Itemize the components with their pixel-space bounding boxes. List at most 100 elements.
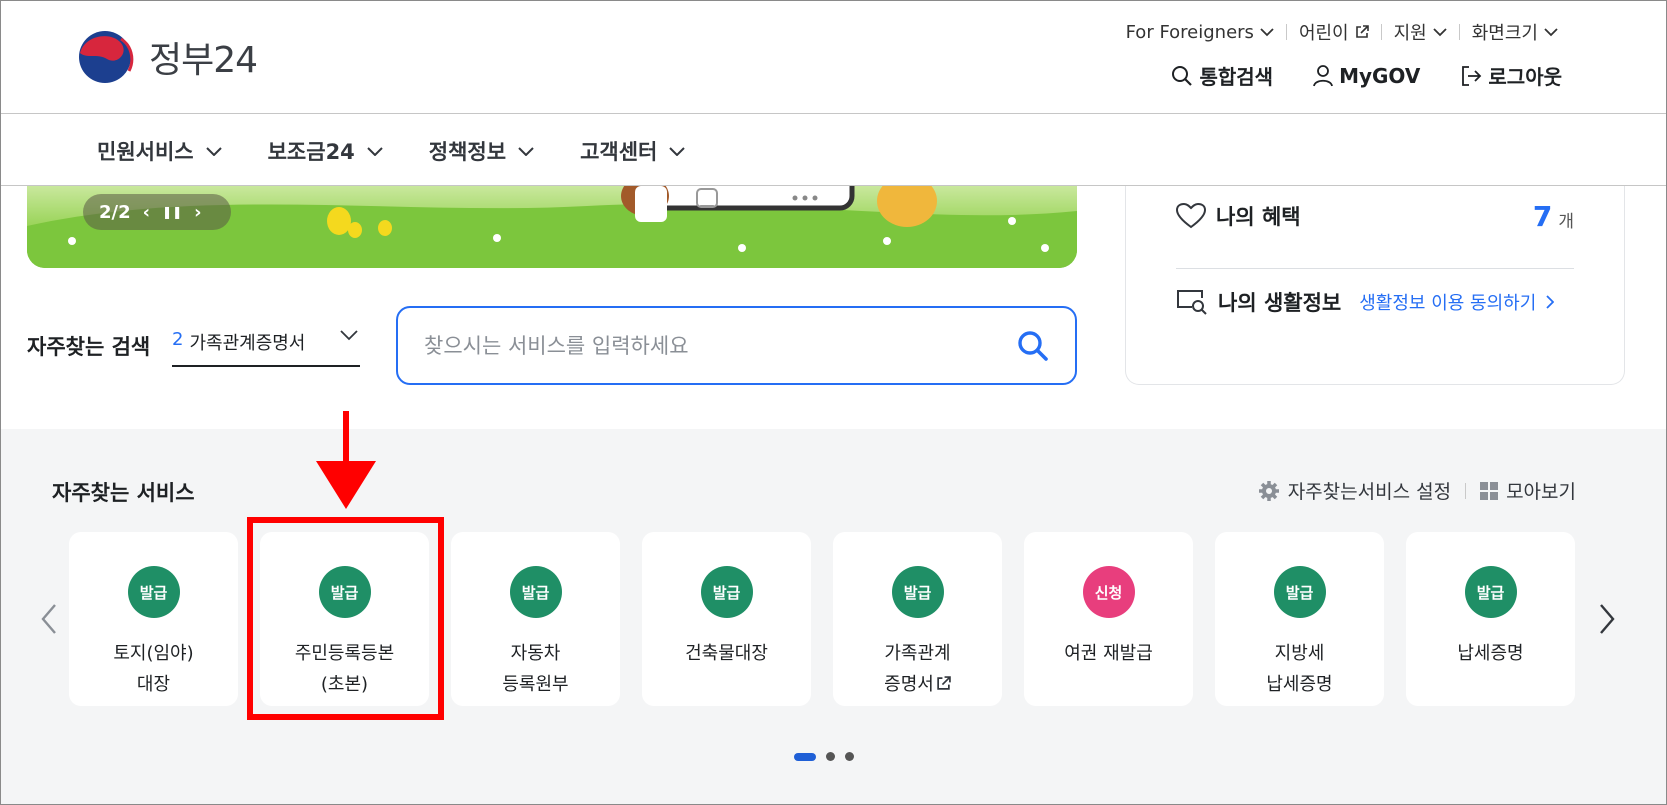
service-card-passport-reissue[interactable]: 신청 여권 재발급 xyxy=(1024,532,1193,706)
service-card-local-tax-certificate[interactable]: 발급 지방세 납세증명 xyxy=(1215,532,1384,706)
nav-item-label: 보조금24 xyxy=(267,140,355,164)
chevron-down-icon xyxy=(367,147,383,156)
view-all-label: 모아보기 xyxy=(1506,481,1576,503)
frequent-search-select[interactable]: 2 가족관계증명서 xyxy=(172,329,360,367)
service-card-label: 가족관계 증명서 xyxy=(884,638,951,700)
frequent-search-term: 가족관계증명서 xyxy=(189,333,306,354)
carousel-prev-icon[interactable] xyxy=(35,599,65,639)
screen-size-menu[interactable]: 화면크기 xyxy=(1460,19,1570,45)
main-banner[interactable]: 2/2 ‹ ❚❚ › xyxy=(27,186,1077,268)
service-card-resident-registration[interactable]: 발급 주민등록등본 (초본) xyxy=(260,532,429,706)
service-card-label: 주민등록등본 (초본) xyxy=(294,643,395,695)
divider xyxy=(1176,268,1574,269)
heart-icon xyxy=(1176,203,1206,229)
nav-item-customer-center[interactable]: 고객센터 xyxy=(580,136,686,166)
frequent-search-label: 자주찾는 검색 xyxy=(27,335,151,359)
pagination-dot[interactable] xyxy=(845,752,854,761)
service-card-label: 지방세 납세증명 xyxy=(1266,643,1333,695)
service-card-vehicle-register[interactable]: 발급 자동차 등록원부 xyxy=(451,532,620,706)
chevron-right-icon xyxy=(1546,295,1555,309)
search-box xyxy=(396,306,1077,385)
logout-link[interactable]: 로그아웃 xyxy=(1460,61,1562,90)
pagination-dot[interactable] xyxy=(826,752,835,761)
util-label: 지원 xyxy=(1393,23,1427,44)
pause-icon[interactable]: ❚❚ xyxy=(162,205,182,219)
pagination-dot-active[interactable] xyxy=(794,752,816,761)
chevron-down-icon xyxy=(1260,28,1274,37)
taegeuk-logo-icon xyxy=(79,31,134,83)
service-badge: 신청 xyxy=(1082,566,1135,618)
life-info-consent-link[interactable]: 생활정보 이용 동의하기 xyxy=(1359,289,1555,315)
service-card-tax-certificate[interactable]: 발급 납세증명 xyxy=(1406,532,1575,706)
search-icon[interactable] xyxy=(1017,330,1049,362)
logout-icon xyxy=(1462,65,1482,86)
chevron-down-icon xyxy=(1433,28,1447,37)
service-badge: 발급 xyxy=(509,566,562,618)
service-card-label: 납세증명 xyxy=(1457,643,1524,664)
main-links: 통합검색 MyGOV 로그아웃 xyxy=(1171,61,1562,90)
nav-item-policy[interactable]: 정책정보 xyxy=(429,136,534,166)
service-card-land-register[interactable]: 발급 토지(임야) 대장 xyxy=(69,532,238,706)
nav-item-label: 민원서비스 xyxy=(97,140,194,164)
services-settings-button[interactable]: 자주찾는서비스 설정 xyxy=(1258,477,1451,504)
service-badge: 발급 xyxy=(127,566,180,618)
chevron-down-icon xyxy=(518,147,534,156)
service-badge: 발급 xyxy=(700,566,753,618)
util-label: For Foreigners xyxy=(1125,21,1254,43)
service-card-label: 여권 재발급 xyxy=(1064,643,1153,664)
search-input[interactable] xyxy=(424,333,1017,358)
for-foreigners-link[interactable]: For Foreigners xyxy=(1114,22,1286,43)
main-link-label: 통합검색 xyxy=(1199,65,1274,89)
gear-icon xyxy=(1258,480,1279,501)
service-card-label: 건축물대장 xyxy=(685,643,768,664)
logo-text: 정부24 xyxy=(149,40,258,81)
my-benefits-unit: 개 xyxy=(1558,211,1574,232)
service-cards: 발급 토지(임야) 대장 발급 주민등록등본 (초본) 발급 자동차 등록원부 … xyxy=(69,532,1575,706)
nav-item-civil-service[interactable]: 민원서비스 xyxy=(97,136,222,166)
service-card-label: 자동차 등록원부 xyxy=(502,643,569,695)
site-header: 정부24 For Foreigners 어린이 지원 화면크기 통합검색 MyG… xyxy=(1,1,1666,114)
browser-frame: 정부24 For Foreigners 어린이 지원 화면크기 통합검색 MyG… xyxy=(0,0,1667,805)
support-menu[interactable]: 지원 xyxy=(1382,19,1459,45)
mygov-link[interactable]: MyGOV xyxy=(1313,64,1420,88)
frequent-search-rank: 2 xyxy=(172,329,184,350)
banner-controls: 2/2 ‹ ❚❚ › xyxy=(83,194,231,230)
external-link-icon xyxy=(937,676,951,690)
service-card-building-register[interactable]: 발급 건축물대장 xyxy=(642,532,811,706)
nav-item-label: 정책정보 xyxy=(428,140,507,164)
frequent-services-section: 자주찾는 서비스 자주찾는서비스 설정 모아보기 발급 토지(임야) 대장 발급… xyxy=(1,429,1666,804)
site-logo[interactable]: 정부24 xyxy=(77,29,258,85)
my-benefits-row[interactable]: 나의 혜택 7 개 xyxy=(1176,193,1574,239)
service-card-family-relation[interactable]: 발급 가족관계 증명서 xyxy=(833,532,1002,706)
carousel-pagination xyxy=(794,752,854,761)
service-badge: 발급 xyxy=(891,566,944,618)
my-benefits-label: 나의 혜택 xyxy=(1216,205,1301,229)
service-badge: 발급 xyxy=(318,566,371,618)
nav-items: 민원서비스 보조금24 정책정보 고객센터 xyxy=(97,136,686,166)
nav-item-label: 고객센터 xyxy=(580,140,658,164)
consent-link-label: 생활정보 이용 동의하기 xyxy=(1359,293,1537,314)
my-life-info-row: 나의 생활정보 생활정보 이용 동의하기 xyxy=(1176,279,1574,325)
frequent-services-title: 자주찾는 서비스 xyxy=(52,481,195,505)
service-badge: 발급 xyxy=(1273,566,1326,618)
util-label: 화면크기 xyxy=(1471,23,1538,44)
kids-link[interactable]: 어린이 xyxy=(1287,19,1381,45)
chevron-down-icon xyxy=(340,330,358,341)
grid-icon xyxy=(1480,481,1499,500)
search-icon xyxy=(1172,65,1193,86)
carousel-next-icon[interactable] xyxy=(1591,599,1621,639)
main-nav: 민원서비스 보조금24 정책정보 고객센터 xyxy=(1,114,1666,186)
view-all-button[interactable]: 모아보기 xyxy=(1480,477,1576,504)
my-life-info-label: 나의 생활정보 xyxy=(1218,291,1342,315)
main-link-label: 로그아웃 xyxy=(1488,65,1562,89)
divider xyxy=(1465,482,1467,499)
my-benefits-count: 7 xyxy=(1532,199,1553,233)
user-icon xyxy=(1313,64,1333,86)
banner-counter: 2/2 xyxy=(99,201,131,223)
prev-slide-icon[interactable]: ‹ xyxy=(143,202,150,223)
service-badge: 발급 xyxy=(1464,566,1517,618)
external-link-icon xyxy=(1355,25,1369,38)
integrated-search-link[interactable]: 통합검색 xyxy=(1171,61,1273,90)
next-slide-icon[interactable]: › xyxy=(194,202,201,223)
nav-item-subsidy[interactable]: 보조금24 xyxy=(268,136,383,166)
